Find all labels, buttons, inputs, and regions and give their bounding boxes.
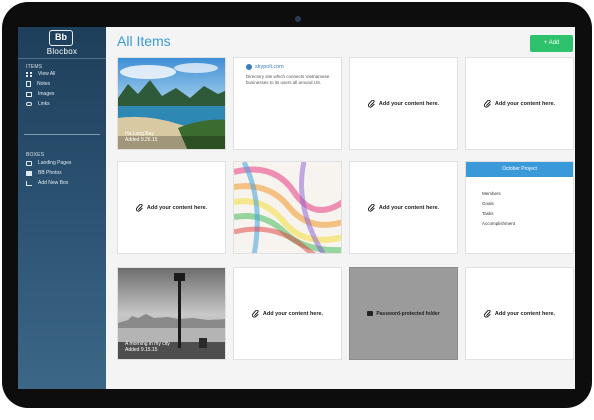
photo-caption-date: Added 9.26.15 bbox=[125, 137, 158, 143]
empty-card[interactable]: Add your content here. bbox=[117, 161, 226, 254]
add-button[interactable]: + Add bbox=[530, 35, 573, 52]
abstract-art-card[interactable] bbox=[233, 161, 342, 254]
sidebar-item-label: Notes bbox=[37, 81, 51, 87]
sidebar-item-add-new-box[interactable]: Add New Box bbox=[26, 179, 68, 187]
password-folder[interactable]: Password-protected folder bbox=[350, 311, 457, 317]
project-item-members[interactable]: Members bbox=[482, 191, 501, 196]
paperclip-icon bbox=[483, 309, 491, 318]
link-card[interactable]: skypoli.com Directory site which connect… bbox=[233, 57, 342, 150]
sidebar-item-links[interactable]: Links bbox=[26, 100, 50, 108]
empty-card[interactable]: Add your content here. bbox=[349, 161, 458, 254]
grid-icon bbox=[26, 71, 32, 77]
add-content-label: Add your content here. bbox=[494, 100, 556, 107]
add-content-prompt[interactable]: Add your content here. bbox=[466, 309, 573, 318]
paperclip-icon bbox=[135, 203, 143, 212]
empty-card[interactable]: Add your content here. bbox=[465, 57, 574, 150]
paperclip-icon bbox=[367, 99, 375, 108]
sidebar-item-images[interactable]: Images bbox=[26, 90, 54, 98]
image-icon bbox=[26, 91, 32, 97]
sidebar: Bb Blocbox ITEMS View All Notes Images L… bbox=[18, 27, 106, 389]
sidebar-item-label: BB Photos bbox=[38, 170, 62, 176]
add-content-label: Add your content here. bbox=[494, 310, 556, 317]
add-content-label: Add your content here. bbox=[378, 204, 440, 211]
photo-icon bbox=[26, 170, 32, 176]
project-card[interactable]: October Project Members Goals Tasks Acco… bbox=[465, 161, 574, 254]
sidebar-item-label: Add New Box bbox=[38, 180, 69, 186]
note-icon bbox=[26, 81, 31, 87]
add-content-label: Add your content here. bbox=[262, 310, 324, 317]
sidebar-item-landing-pages[interactable]: Landing Pages bbox=[26, 159, 71, 167]
sidebar-divider bbox=[24, 134, 100, 135]
link-site[interactable]: skypoli.com bbox=[246, 64, 284, 70]
folder-icon bbox=[367, 311, 374, 316]
link-icon bbox=[26, 102, 32, 106]
empty-card[interactable]: Add your content here. bbox=[233, 267, 342, 360]
photo-card-morning-city[interactable]: A morning in my city Added 9.15.15 bbox=[117, 267, 226, 360]
logo-divider bbox=[18, 58, 106, 59]
boxes-section-title: BOXES bbox=[26, 152, 45, 158]
paperclip-icon bbox=[483, 99, 491, 108]
sidebar-item-view-all[interactable]: View All bbox=[26, 70, 55, 78]
empty-card[interactable]: Add your content here. bbox=[349, 57, 458, 150]
sidebar-item-label: Landing Pages bbox=[38, 160, 72, 166]
sidebar-item-bb-photos[interactable]: BB Photos bbox=[26, 169, 62, 177]
sidebar-item-label: Images bbox=[38, 91, 55, 97]
photo-caption-date: Added 9.15.15 bbox=[125, 347, 158, 353]
add-content-prompt[interactable]: Add your content here. bbox=[118, 203, 225, 212]
project-item-tasks[interactable]: Tasks bbox=[482, 211, 494, 216]
abstract-art-image bbox=[234, 162, 341, 253]
add-content-prompt[interactable]: Add your content here. bbox=[234, 309, 341, 318]
edit-icon bbox=[26, 180, 32, 186]
page-title: All Items bbox=[117, 33, 171, 49]
camera-icon bbox=[294, 15, 302, 23]
password-folder-label: Password-protected folder bbox=[376, 310, 440, 317]
password-folder-card[interactable]: Password-protected folder bbox=[349, 267, 458, 360]
sidebar-item-label: Links bbox=[38, 101, 50, 107]
logo-name[interactable]: Blocbox bbox=[18, 47, 106, 56]
add-content-prompt[interactable]: Add your content here. bbox=[350, 99, 457, 108]
add-content-label: Add your content here. bbox=[146, 204, 208, 211]
link-description: Directory site which connects Vietnamese… bbox=[246, 74, 330, 85]
photo-caption: A morning in my city Added 9.15.15 bbox=[125, 341, 170, 353]
photo-card-ha-long-bay[interactable]: Ha Long Bay Added 9.26.15 bbox=[117, 57, 226, 150]
photo-caption: Ha Long Bay Added 9.26.15 bbox=[125, 131, 158, 143]
paperclip-icon bbox=[367, 203, 375, 212]
sidebar-item-notes[interactable]: Notes bbox=[26, 80, 50, 88]
app-screen: Bb Blocbox ITEMS View All Notes Images L… bbox=[18, 27, 575, 389]
add-content-label: Add your content here. bbox=[378, 100, 440, 107]
box-icon bbox=[26, 160, 32, 166]
add-content-prompt[interactable]: Add your content here. bbox=[350, 203, 457, 212]
add-content-prompt[interactable]: Add your content here. bbox=[466, 99, 573, 108]
sidebar-item-label: View All bbox=[38, 71, 56, 77]
link-site-label: skypoli.com bbox=[255, 64, 284, 70]
paperclip-icon bbox=[251, 309, 259, 318]
project-item-goals[interactable]: Goals bbox=[482, 201, 494, 206]
globe-icon bbox=[246, 64, 252, 70]
main-content: All Items + Add Ha Long Bay Added 9.26.1… bbox=[106, 27, 575, 389]
empty-card[interactable]: Add your content here. bbox=[465, 267, 574, 360]
laptop-device: Bb Blocbox ITEMS View All Notes Images L… bbox=[0, 0, 594, 420]
logo-mark[interactable]: Bb bbox=[49, 30, 73, 46]
project-title: October Project bbox=[466, 162, 573, 177]
project-item-accomplishment[interactable]: Accomplishment bbox=[482, 221, 515, 226]
